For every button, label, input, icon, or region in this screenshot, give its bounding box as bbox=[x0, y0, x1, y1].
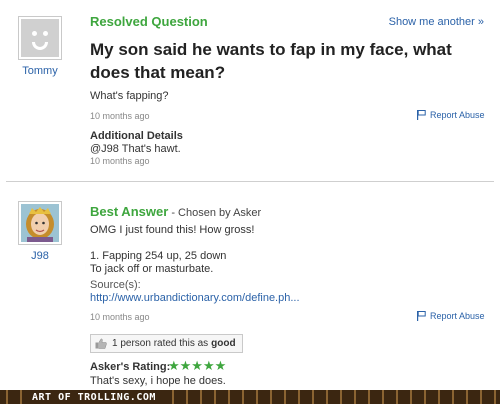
rated-value-label: good bbox=[211, 338, 236, 349]
answer-line-2: 1. Fapping 254 up, 25 down bbox=[90, 250, 227, 262]
answer-line-1: OMG I just found this! How gross! bbox=[90, 224, 255, 236]
footer-site-name: ART OF TROLLING.COM bbox=[32, 391, 156, 403]
rated-good-button[interactable]: 1 person rated this as good bbox=[90, 334, 243, 353]
report-abuse-link[interactable]: Report Abuse bbox=[417, 110, 485, 120]
answerer-avatar[interactable] bbox=[18, 201, 62, 245]
footer-ornament-right bbox=[165, 390, 500, 404]
rating-comment: That's sexy, i hope he does. bbox=[90, 375, 226, 387]
rating-stars: ★★★★★ bbox=[168, 358, 227, 373]
answer-line-3: To jack off or masturbate. bbox=[90, 263, 214, 275]
smiley-avatar-icon bbox=[21, 19, 59, 57]
report-abuse-label: Report Abuse bbox=[430, 110, 485, 120]
chosen-by-label: - Chosen by Asker bbox=[168, 207, 262, 219]
answer-report-abuse-link[interactable]: Report Abuse bbox=[417, 311, 485, 321]
flag-icon bbox=[417, 311, 426, 321]
question-section: Tommy Resolved Question Show me another … bbox=[0, 0, 500, 180]
answer-report-abuse-label: Report Abuse bbox=[430, 311, 485, 321]
askers-rating-label: Asker's Rating: bbox=[90, 361, 171, 373]
answerer-name[interactable]: J98 bbox=[10, 250, 70, 262]
sources-label: Source(s): bbox=[90, 279, 141, 291]
best-answer-label: Best Answer bbox=[90, 204, 169, 219]
additional-details-heading: Additional Details bbox=[90, 130, 183, 142]
section-divider bbox=[6, 181, 494, 182]
answer-time: 10 months ago bbox=[90, 312, 150, 322]
additional-details-time: 10 months ago bbox=[90, 156, 150, 166]
additional-details-body: @J98 That's hawt. bbox=[90, 143, 181, 155]
source-link[interactable]: http://www.urbandictionary.com/define.ph… bbox=[90, 292, 300, 304]
thumbs-up-icon bbox=[95, 338, 107, 349]
site-footer-banner: ART OF TROLLING.COM bbox=[0, 390, 500, 404]
question-title: My son said he wants to fap in my face, … bbox=[90, 40, 452, 82]
rated-prefix-label: 1 person rated this as bbox=[112, 338, 209, 349]
flag-icon bbox=[417, 110, 426, 120]
question-body: What's fapping? bbox=[90, 90, 169, 102]
portrait-avatar-icon bbox=[21, 204, 59, 242]
footer-ornament-left bbox=[0, 390, 22, 404]
show-another-link[interactable]: Show me another » bbox=[389, 16, 484, 28]
asker-avatar[interactable] bbox=[18, 16, 62, 60]
asker-name[interactable]: Tommy bbox=[10, 65, 70, 77]
question-time: 10 months ago bbox=[90, 111, 150, 121]
resolved-question-heading: Resolved Question bbox=[90, 14, 208, 29]
best-answer-heading: Best Answer - Chosen by Asker bbox=[90, 204, 261, 219]
